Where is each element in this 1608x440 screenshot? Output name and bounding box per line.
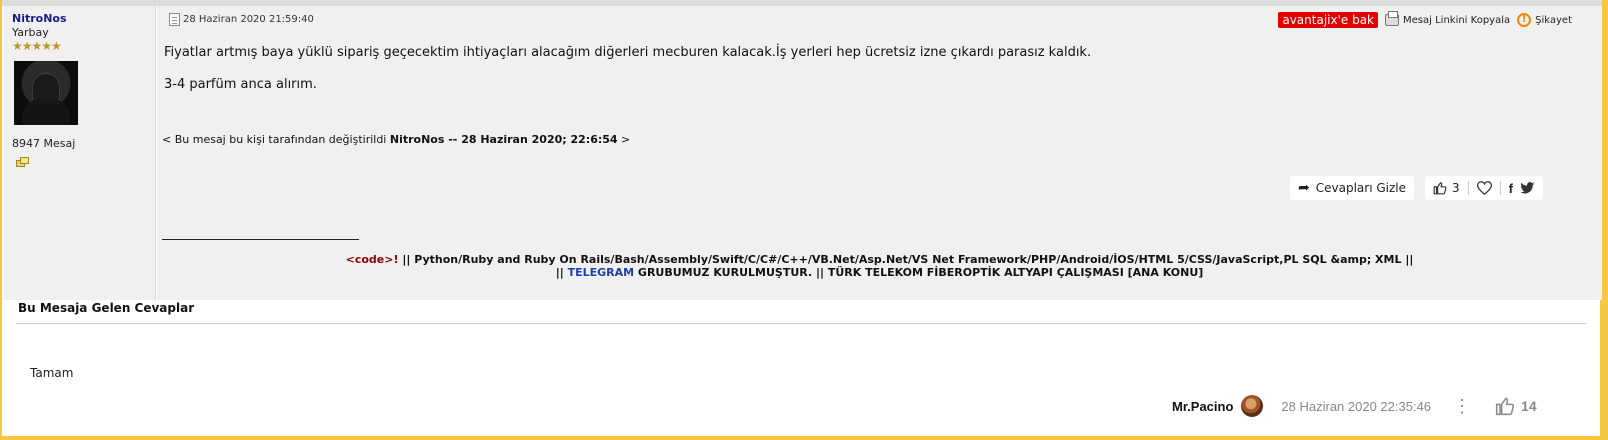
post-paragraph: 3-4 parfüm anca alırım. (164, 77, 317, 92)
rank-stars: ★★★★★ (12, 39, 62, 53)
post-paragraph: Fiyatlar artmış baya yüklü sipariş geçec… (164, 45, 1092, 60)
reply-date: 28 Haziran 2020 22:35:46 (1281, 398, 1432, 414)
complain-button[interactable]: ! Şikayet (1517, 13, 1572, 27)
twitter-icon[interactable] (1520, 182, 1535, 194)
thumbs-up-icon (1433, 182, 1447, 195)
document-icon (169, 12, 180, 26)
reply-avatar[interactable] (1241, 395, 1264, 417)
signature-line-2: || TELEGRAM GRUBUMUZ KURULMUŞTUR. || TÜR… (157, 266, 1602, 279)
more-options-icon[interactable]: ⋮ (1453, 397, 1471, 415)
ad-badge-link[interactable]: avantajix'e bak (1278, 12, 1379, 28)
divider (1499, 181, 1501, 195)
post-panel: 28 Haziran 2020 21:59:40 avantajix'e bak… (157, 6, 1602, 300)
signature-announcement[interactable]: GRUBUMUZ KURULMUŞTUR. || TÜRK TELEKOM Fİ… (634, 266, 1203, 279)
signature-tech-list: || Python/Ruby and Ruby On Rails/Bash/As… (398, 253, 1414, 266)
like-button[interactable]: 3 (1433, 181, 1460, 195)
heart-icon[interactable] (1476, 181, 1492, 195)
reply-like-count: 14 (1521, 398, 1537, 414)
signature-divider (162, 239, 359, 240)
divider (1467, 181, 1469, 195)
edit-note-editor: NitroNos -- 28 Haziran 2020; 22:6:54 (389, 133, 618, 146)
hide-replies-label: Cevapları Gizle (1315, 181, 1406, 195)
like-count: 3 (1452, 181, 1460, 195)
complain-label: Şikayet (1535, 14, 1572, 26)
replies-divider (16, 323, 1586, 324)
hide-replies-button[interactable]: ➦ Cevapları Gizle (1290, 176, 1414, 200)
post-body: Fiyatlar artmış baya yüklü sipariş geçec… (164, 44, 1091, 108)
edit-note: < Bu mesaj bu kişi tarafından değiştiril… (162, 133, 630, 146)
reaction-bar: 3 f (1425, 176, 1543, 200)
copy-link-button[interactable]: Mesaj Linkini Kopyala (1385, 11, 1511, 26)
signature-code-tag: <code>! (345, 253, 399, 266)
reply-text: Tamam (30, 366, 74, 380)
reply-meta: Mr.Pacino 28 Haziran 2020 22:35:46 ⋮ 14 (1172, 394, 1537, 418)
author-message-count: 8947 Mesaj (12, 137, 76, 150)
telegram-link[interactable]: TELEGRAM (568, 266, 635, 279)
edit-note-suffix: > (617, 133, 631, 146)
printer-icon (1385, 11, 1400, 26)
author-name[interactable]: NitroNos (12, 12, 67, 25)
post-actions: avantajix'e bak Mesaj Linkini Kopyala ! … (1278, 11, 1572, 28)
author-panel: NitroNos Yarbay ★★★★★ 8947 Mesaj (4, 6, 156, 300)
reply-username[interactable]: Mr.Pacino (1172, 399, 1233, 414)
author-avatar[interactable] (14, 61, 78, 125)
warning-icon: ! (1517, 13, 1532, 27)
reply-like-button[interactable]: 14 (1495, 396, 1537, 416)
forum-post-frame: NitroNos Yarbay ★★★★★ 8947 Mesaj 28 Hazi… (0, 0, 1602, 436)
edit-note-prefix: < Bu mesaj bu kişi tarafından değiştiril… (162, 133, 390, 146)
facebook-icon[interactable]: f (1509, 181, 1513, 196)
share-arrow-icon: ➦ (1298, 180, 1310, 196)
post-date: 28 Haziran 2020 21:59:40 (183, 13, 314, 25)
author-rank: Yarbay (12, 26, 49, 39)
signature-pipe: || (555, 266, 568, 279)
avatar-body-shape (22, 99, 70, 125)
copy-link-label: Mesaj Linkini Kopyala (1403, 14, 1511, 26)
user-status-icon[interactable] (16, 157, 29, 168)
signature-line-1: <code>! || Python/Ruby and Ruby On Rails… (157, 253, 1602, 266)
post-date-row: 28 Haziran 2020 21:59:40 (169, 12, 314, 26)
thumbs-up-icon (1495, 397, 1515, 416)
signature: <code>! || Python/Ruby and Ruby On Rails… (157, 253, 1602, 279)
replies-heading: Bu Mesaja Gelen Cevaplar (18, 301, 195, 315)
